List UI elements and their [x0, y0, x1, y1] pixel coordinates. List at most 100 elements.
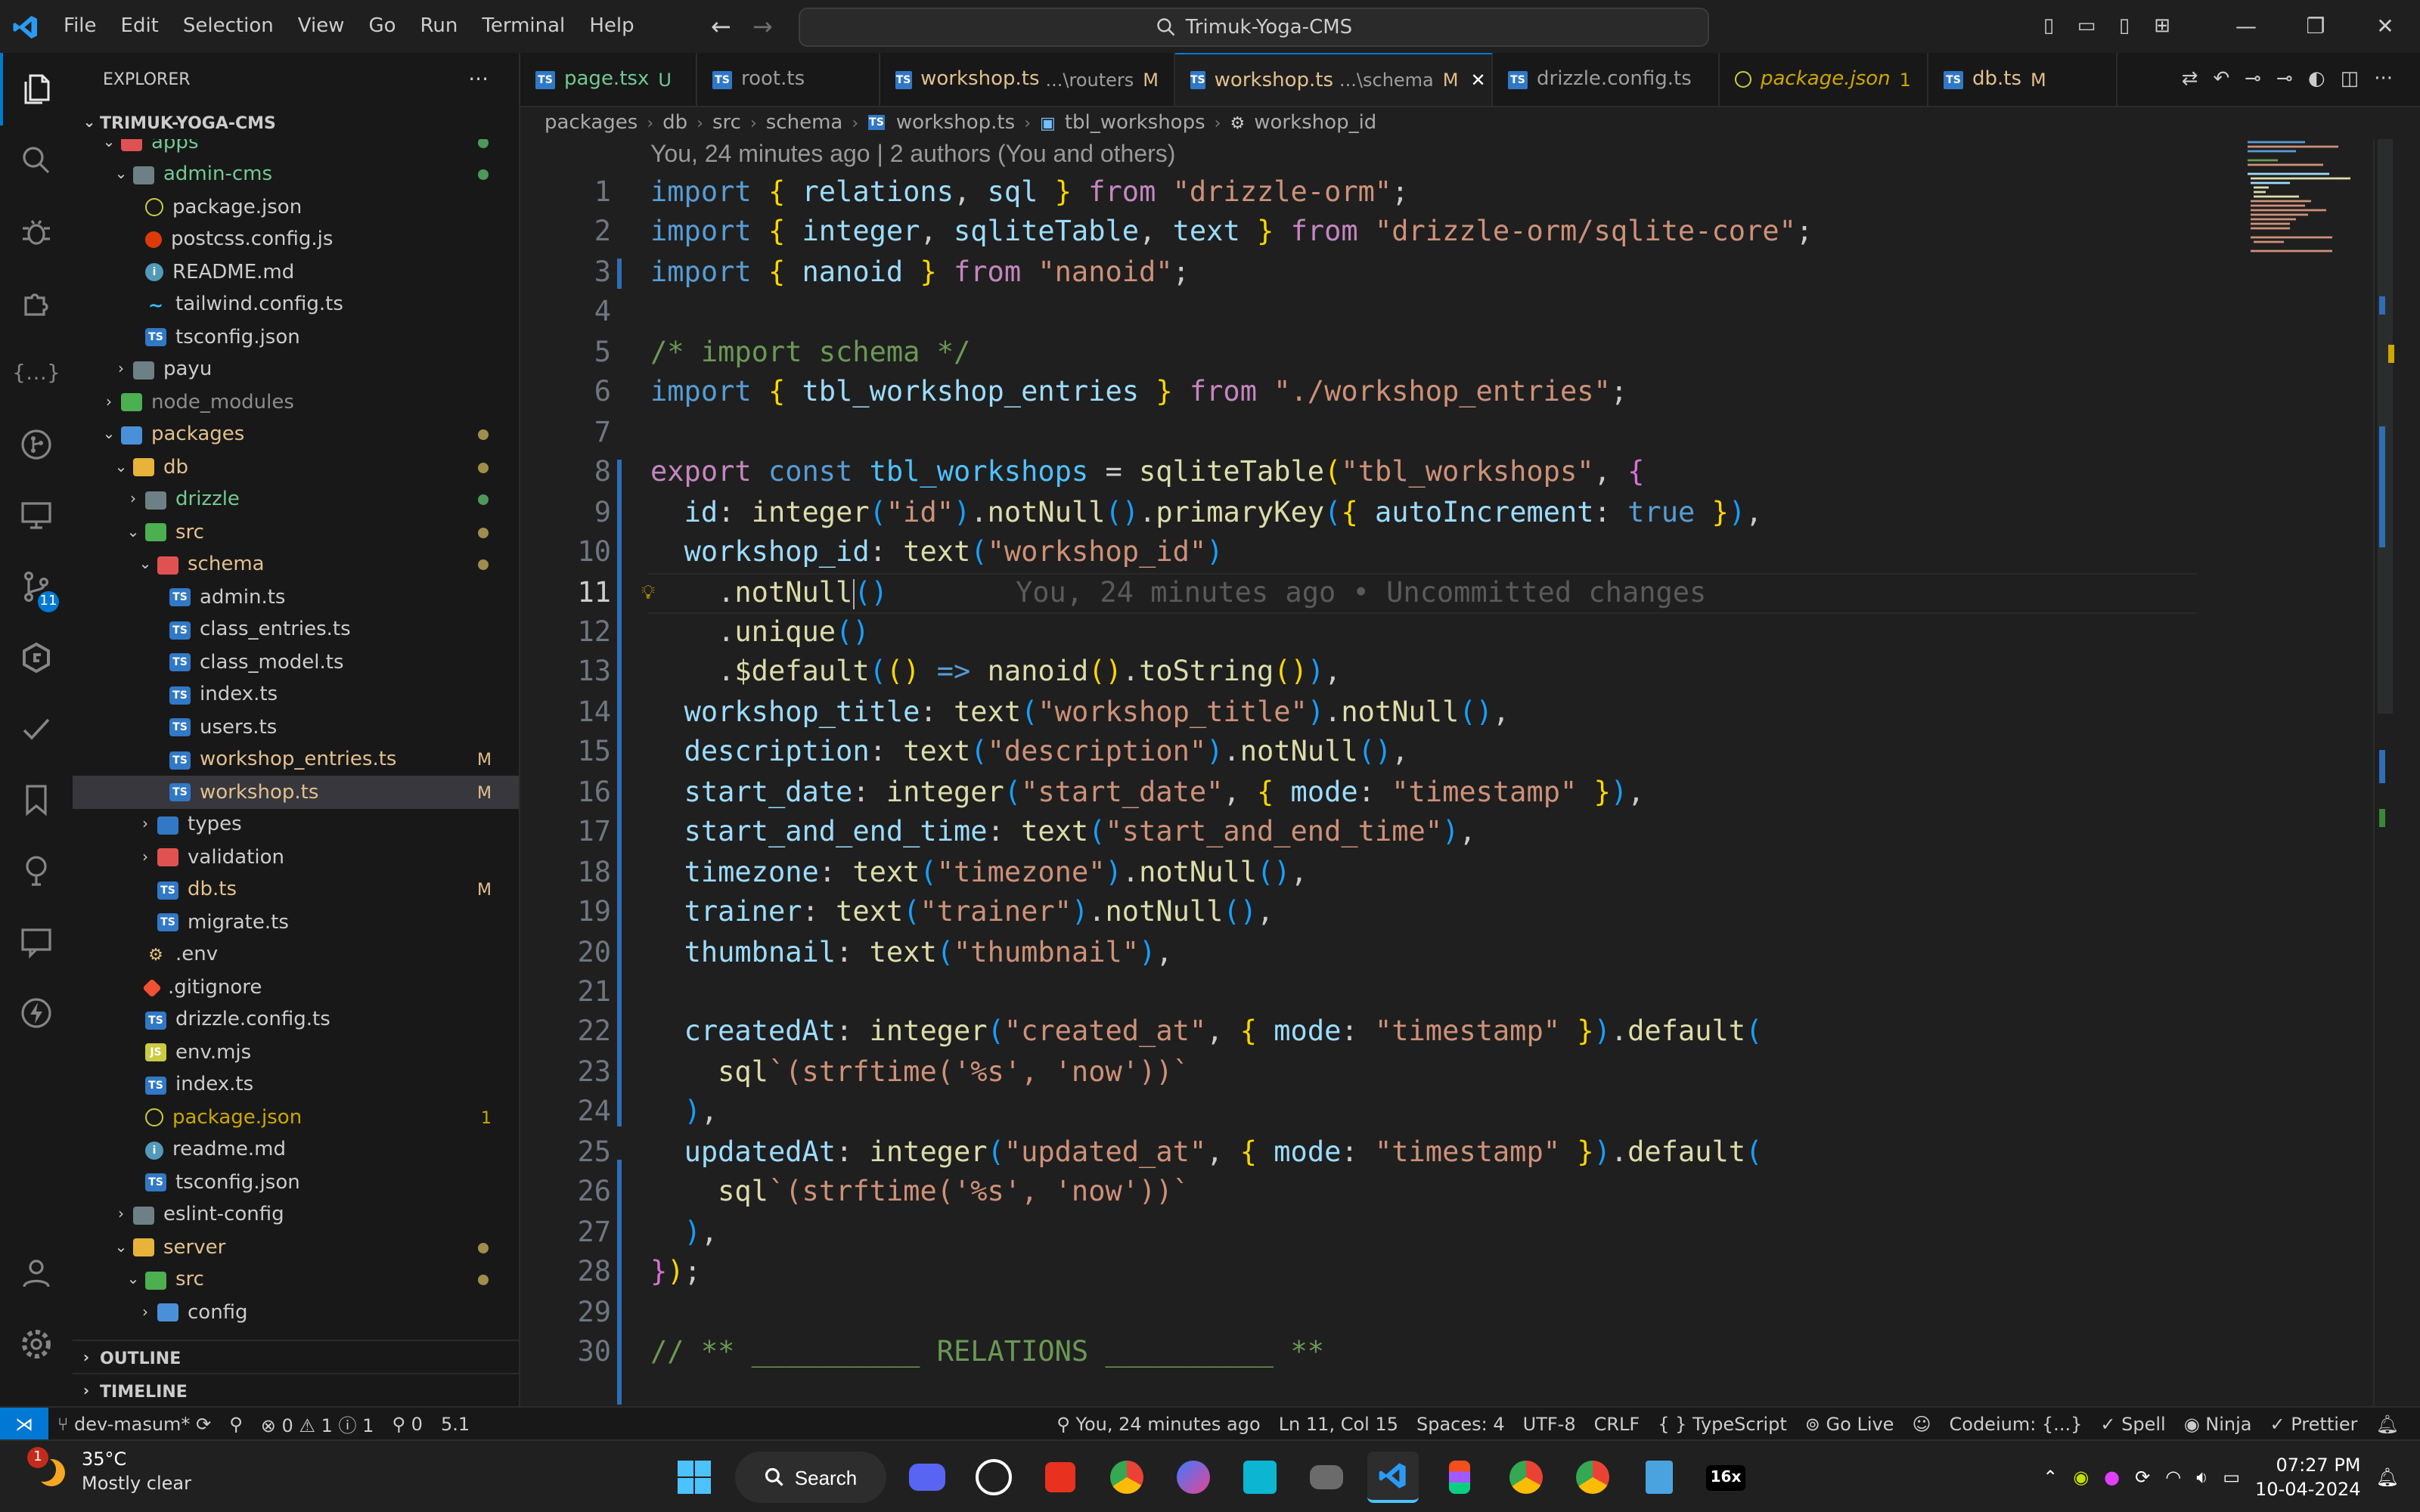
tree-item[interactable]: package.json 1 [73, 1101, 519, 1134]
customize-layout-icon[interactable]: ⊞ [2143, 15, 2181, 38]
power-automate-icon[interactable] [1234, 1452, 1286, 1503]
revert-icon[interactable]: ↶ [2213, 68, 2229, 91]
tree-item[interactable]: TS class_entries.ts [73, 613, 519, 646]
discord-icon[interactable] [901, 1452, 953, 1503]
tree-item[interactable]: package.json [73, 191, 519, 224]
timeline-section[interactable]: › TIMELINE [73, 1373, 519, 1408]
tray-app-icon[interactable]: ◉ [2073, 1467, 2089, 1488]
problems-status[interactable]: ⊗ 0 ⚠ 1 ⓘ 1 [252, 1411, 383, 1437]
editor-tab[interactable]: TS workshop.ts ...\schema M ✕ [1175, 53, 1493, 106]
tree-item[interactable]: i readme.md [73, 1133, 519, 1167]
tree-item[interactable]: ⌄ packages [73, 418, 519, 451]
copilot-icon[interactable]: ☺ [1903, 1414, 1940, 1435]
tree-item[interactable]: ⌄ src [73, 516, 519, 549]
chrome-profile-icon[interactable] [1500, 1452, 1552, 1503]
tree-item[interactable]: ⌄ src [73, 1263, 519, 1297]
next-change-icon[interactable]: ⊸ [2276, 68, 2293, 91]
menu-go[interactable]: Go [356, 0, 408, 53]
breadcrumb-item[interactable]: schema [766, 111, 843, 134]
menu-run[interactable]: Run [408, 0, 470, 53]
tree-item[interactable]: TS drizzle.config.ts [73, 1003, 519, 1036]
tree-item[interactable]: › node_modules [73, 386, 519, 419]
menu-terminal[interactable]: Terminal [470, 0, 577, 53]
cursor-position[interactable]: Ln 11, Col 15 [1270, 1414, 1407, 1435]
git-graph-icon[interactable] [0, 408, 73, 481]
restore-icon[interactable]: ❐ [2281, 14, 2350, 39]
tree-item[interactable]: ⚙ .env [73, 938, 519, 971]
end-of-line[interactable]: CRLF [1585, 1414, 1649, 1435]
chrome-profile-2-icon[interactable] [1567, 1452, 1618, 1503]
tree-item[interactable]: .gitignore [73, 971, 519, 1004]
outline-section[interactable]: › OUTLINE [73, 1340, 519, 1374]
battery-icon[interactable]: ▭ [2223, 1467, 2240, 1488]
volume-icon[interactable]: 🔉︎ [2196, 1466, 2207, 1489]
minimize-icon[interactable]: — [2211, 14, 2281, 39]
tree-item[interactable]: TS class_model.ts [73, 646, 519, 679]
encoding[interactable]: UTF-8 [1514, 1414, 1585, 1435]
command-center[interactable]: Trimuk-Yoga-CMS [799, 8, 1709, 47]
remote-indicator-icon[interactable]: ⋊ [0, 1408, 48, 1441]
acrobat-icon[interactable] [1035, 1452, 1086, 1503]
chatgpt-icon[interactable] [968, 1452, 1019, 1503]
sync-icon[interactable]: ⟳ [2135, 1467, 2150, 1488]
notepad-icon[interactable] [1634, 1452, 1685, 1503]
editor-tab[interactable]: TS db.ts M [1928, 53, 2118, 106]
prettier-status[interactable]: ✓ Prettier [2261, 1414, 2367, 1435]
windows-start-icon[interactable] [669, 1452, 720, 1503]
code-editor[interactable]: You, 24 minutes ago | 2 authors (You and… [520, 139, 2396, 1406]
tree-item[interactable]: › validation [73, 841, 519, 874]
prev-change-icon[interactable]: ⊸ [2245, 68, 2261, 91]
codeium-status[interactable]: Codeium: {...} [1941, 1414, 2092, 1435]
workspace-root[interactable]: ⌄ TRIMUK-YOGA-CMS [73, 106, 519, 139]
extensions-puzzle-icon[interactable] [0, 266, 73, 339]
toggle-primary-sidebar-icon[interactable]: ▯ [2030, 15, 2068, 38]
tree-item[interactable]: JS env.mjs [73, 1036, 519, 1069]
search-view-icon[interactable] [0, 124, 73, 197]
tree-item[interactable]: TS workshop.ts M [73, 776, 519, 809]
taskbar-search[interactable]: Search [735, 1452, 886, 1503]
spell-status[interactable]: ✓ Spell [2091, 1414, 2174, 1435]
tree-item[interactable]: TS users.ts [73, 711, 519, 744]
remote-explorer-icon[interactable] [0, 479, 73, 552]
back-arrow-icon[interactable]: ← [711, 12, 731, 41]
checkmark-icon[interactable] [0, 692, 73, 765]
version-status[interactable]: 5.1 [432, 1414, 479, 1435]
source-control-icon[interactable]: 11 [0, 550, 73, 623]
tree-item[interactable]: postcss.config.js [73, 223, 519, 256]
clock[interactable]: 07:27 PM 10-04-2024 [2255, 1453, 2361, 1501]
close-tab-icon[interactable]: ✕ [1471, 70, 1486, 91]
tree-item[interactable]: TS db.ts M [73, 873, 519, 906]
bookmark-icon[interactable] [0, 764, 73, 836]
breadcrumb-item[interactable]: src [712, 111, 741, 134]
split-editor-icon[interactable]: ◫ [2341, 68, 2360, 91]
language-mode[interactable]: { } TypeScript [1649, 1414, 1796, 1435]
weather-widget[interactable]: 1 35°C Mostly clear [27, 1447, 191, 1495]
ports-status[interactable]: ⚲ 0 [383, 1414, 432, 1435]
toggle-secondary-sidebar-icon[interactable]: ▯ [2105, 15, 2143, 38]
publish-icon[interactable]: ⚲ [220, 1414, 252, 1435]
menu-selection[interactable]: Selection [171, 0, 286, 53]
debug-icon[interactable] [0, 195, 73, 268]
tree-item[interactable]: TS tsconfig.json [73, 321, 519, 354]
tree-item[interactable]: TS migrate.ts [73, 906, 519, 939]
tree-item[interactable]: TS workshop_entries.ts M [73, 743, 519, 776]
open-changes-icon[interactable]: ◐ [2308, 68, 2325, 91]
git-blame-status[interactable]: ⚲ You, 24 minutes ago [1047, 1414, 1269, 1435]
photos-icon[interactable] [1168, 1452, 1219, 1503]
editor-tab[interactable]: TS workshop.ts ...\routers M [880, 53, 1175, 106]
notifications-bell-icon[interactable]: 🔔︎ [2367, 1414, 2408, 1435]
thunder-client-icon[interactable] [0, 977, 73, 1049]
go-live[interactable]: ⊚ Go Live [1796, 1414, 1903, 1435]
menu-file[interactable]: File [51, 0, 109, 53]
account-icon[interactable] [0, 1237, 73, 1309]
branch-status[interactable]: ⑂ dev-masum* ⟳ [48, 1414, 220, 1435]
wifi-icon[interactable]: ◠ [2165, 1467, 2181, 1488]
chrome-icon[interactable] [1101, 1452, 1153, 1503]
tree-item[interactable]: › config [73, 1296, 519, 1329]
toggle-panel-icon[interactable]: ▭ [2068, 15, 2105, 38]
tree-item[interactable]: › eslint-config [73, 1198, 519, 1232]
editor-tab[interactable]: TS root.ts [697, 53, 880, 106]
close-window-icon[interactable]: ✕ [2350, 14, 2420, 39]
breadcrumb-item[interactable]: packages [544, 111, 638, 134]
tree-item[interactable]: TS index.ts [73, 678, 519, 711]
